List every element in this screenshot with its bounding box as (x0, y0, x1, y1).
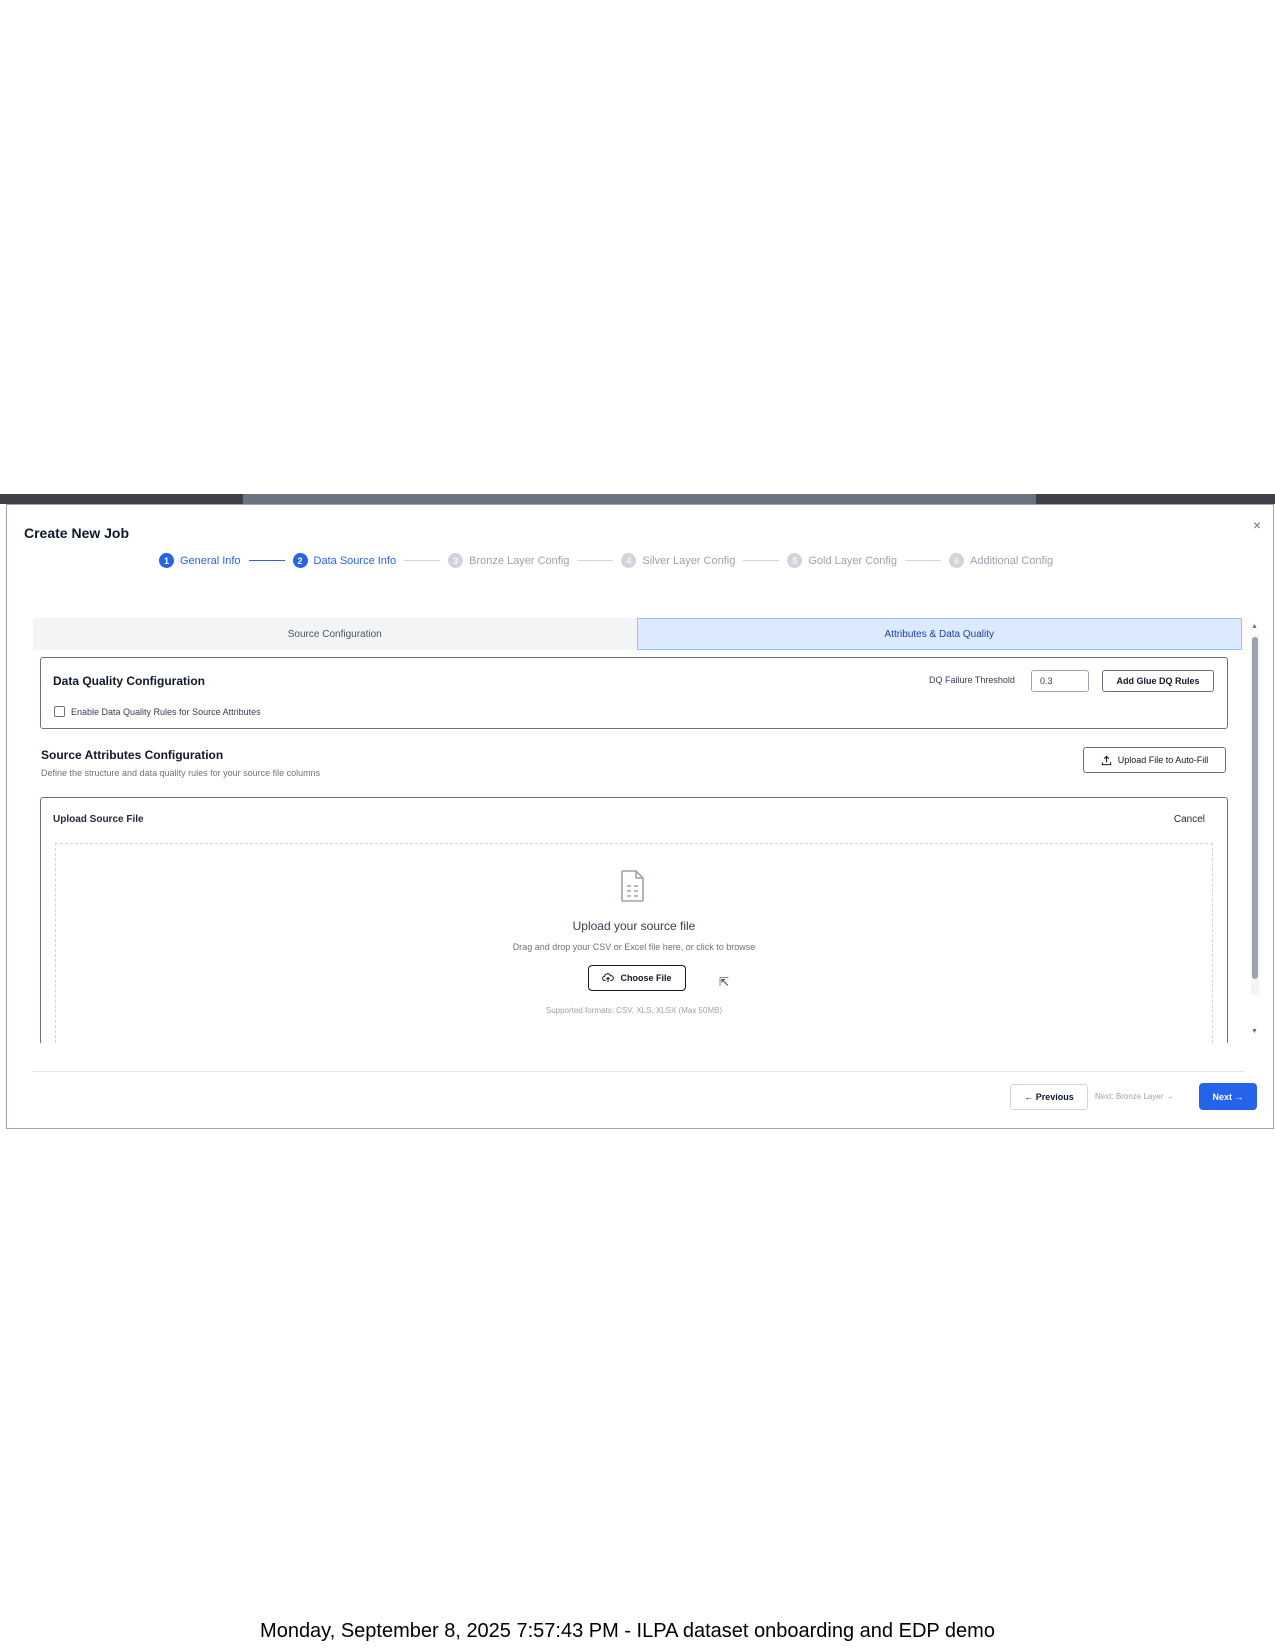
footer-divider (33, 1071, 1245, 1072)
next-step-hint: Next: Bronze Layer → (1095, 1092, 1174, 1101)
step-label: Bronze Layer Config (469, 554, 570, 567)
upload-icon (1101, 755, 1111, 765)
upload-source-file-card: Upload Source File Cancel Upload your so… (40, 797, 1228, 1043)
tab-content: Data Quality Configuration DQ Failure Th… (33, 653, 1245, 1043)
scroll-down-icon[interactable]: ▼ (1251, 1028, 1258, 1035)
next-button[interactable]: Next → (1199, 1083, 1257, 1110)
enable-dq-checkbox-row[interactable]: Enable Data Quality Rules for Source Att… (54, 706, 261, 717)
enable-dq-checkbox[interactable] (54, 706, 65, 717)
create-job-modal: Create New Job × 1 General Info 2 Data S… (6, 504, 1274, 1129)
scroll-up-icon[interactable]: ▲ (1251, 623, 1258, 630)
step-connector (577, 560, 614, 561)
step-number: 3 (448, 553, 464, 568)
upload-auto-fill-button[interactable]: Upload File to Auto-Fill (1083, 747, 1226, 773)
step-connector (404, 560, 441, 561)
recording-caption: Monday, September 8, 2025 7:57:43 PM - I… (260, 1620, 995, 1642)
close-icon[interactable]: × (1253, 517, 1261, 533)
background-app-strip (0, 494, 1275, 504)
step-connector (248, 560, 285, 561)
step-number: 5 (787, 553, 803, 568)
file-spreadsheet-icon (621, 870, 644, 902)
step-label: General Info (180, 554, 241, 567)
dropzone-instructions: Drag and drop your CSV or Excel file her… (512, 942, 756, 952)
step-label: Data Source Info (313, 554, 397, 567)
content-scrollbar[interactable]: ▲ ▼ (1251, 623, 1259, 1043)
dq-threshold-input[interactable] (1031, 670, 1089, 692)
cancel-upload-button[interactable]: Cancel (1174, 814, 1205, 825)
wizard-stepper: 1 General Info 2 Data Source Info 3 Bron… (159, 553, 1053, 568)
step-additional-config[interactable]: 6 Additional Config (949, 553, 1053, 568)
attributes-subtitle: Define the structure and data quality ru… (41, 768, 321, 778)
tab-attributes-data-quality[interactable]: Attributes & Data Quality (636, 618, 1242, 650)
step-connector (743, 560, 780, 561)
dq-title: Data Quality Configuration (53, 674, 206, 688)
step-label: Additional Config (970, 554, 1054, 567)
attributes-title: Source Attributes Configuration (41, 748, 224, 762)
step-data-source-info[interactable]: 2 Data Source Info (292, 553, 397, 568)
step-number: 2 (292, 553, 308, 568)
previous-button[interactable]: ← Previous (1010, 1084, 1088, 1110)
add-glue-dq-rules-button[interactable]: Add Glue DQ Rules (1102, 670, 1214, 692)
upload-card-title: Upload Source File (53, 814, 144, 825)
dropzone-heading: Upload your source file (572, 919, 696, 933)
config-tabs: Source Configuration Attributes & Data Q… (33, 618, 1242, 650)
mouse-cursor-icon: ⇱ (719, 975, 730, 989)
step-general-info[interactable]: 1 General Info (159, 553, 241, 568)
modal-title: Create New Job (24, 525, 130, 541)
dq-threshold-label: DQ Failure Threshold (929, 675, 1015, 685)
step-number: 6 (949, 553, 964, 568)
step-gold-layer-config[interactable]: 5 Gold Layer Config (787, 553, 897, 568)
file-dropzone[interactable]: Upload your source file Drag and drop yo… (55, 843, 1213, 1043)
tab-source-configuration[interactable]: Source Configuration (33, 618, 637, 650)
cloud-upload-icon (602, 973, 615, 983)
step-silver-layer-config[interactable]: 4 Silver Layer Config (621, 553, 735, 568)
step-connector (905, 560, 941, 561)
data-quality-panel: Data Quality Configuration DQ Failure Th… (40, 657, 1228, 729)
step-number: 1 (159, 553, 174, 568)
step-label: Silver Layer Config (642, 554, 736, 567)
enable-dq-label: Enable Data Quality Rules for Source Att… (71, 706, 261, 717)
scroll-thumb[interactable] (1252, 637, 1258, 979)
step-label: Gold Layer Config (808, 554, 897, 567)
choose-file-label: Choose File (620, 973, 672, 983)
step-bronze-layer-config[interactable]: 3 Bronze Layer Config (448, 553, 569, 568)
supported-formats: Supported formats: CSV, XLS, XLSX (Max 5… (545, 1006, 723, 1015)
upload-auto-fill-label: Upload File to Auto-Fill (1117, 755, 1209, 765)
choose-file-button[interactable]: Choose File (588, 965, 686, 991)
step-number: 4 (621, 553, 637, 568)
